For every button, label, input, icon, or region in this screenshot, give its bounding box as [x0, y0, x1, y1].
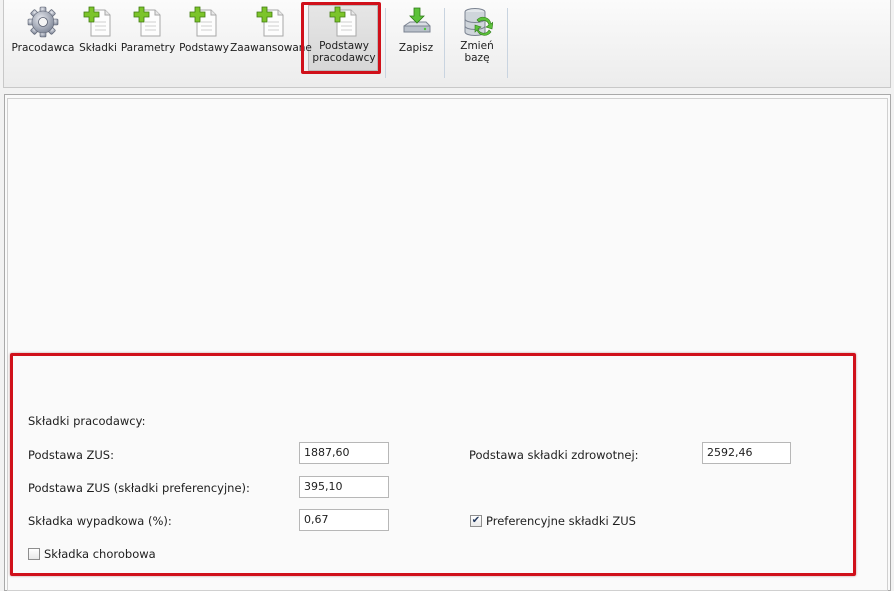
- toolbar-button-label: Parametry: [120, 42, 176, 54]
- toolbar-button-label: Podstawy: [179, 42, 229, 54]
- podstawa-zus-input[interactable]: 1887,60: [299, 442, 389, 464]
- toolbar-button-label: Zapisz: [398, 42, 434, 54]
- form-highlight: [10, 353, 856, 576]
- gear-icon: [27, 6, 59, 38]
- toolbar-button-parametry[interactable]: Parametry: [120, 4, 176, 74]
- add-document-icon: [83, 6, 111, 37]
- toolbar-button-podstawy[interactable]: Podstawy: [179, 4, 229, 74]
- active-button-highlight: [301, 2, 381, 74]
- toolbar-button-label-line2: bazę: [464, 52, 490, 64]
- podstawa-zus-pref-label: Podstawa ZUS (składki preferencyjne):: [28, 481, 250, 495]
- toolbar-button-label: Składki: [79, 42, 117, 54]
- toolbar-button-zmien-baze[interactable]: Zmień bazę: [454, 4, 500, 74]
- podstawa-zdrowotnej-label: Podstawa składki zdrowotnej:: [469, 448, 639, 462]
- save-download-icon: [403, 7, 431, 33]
- skladka-wypadkowa-label: Składka wypadkowa (%):: [28, 514, 172, 528]
- add-document-icon: [189, 6, 217, 37]
- toolbar-button-zapisz[interactable]: Zapisz: [394, 4, 438, 74]
- toolbar-separator: [444, 8, 445, 78]
- toolbar-button-label: Pracodawca: [11, 42, 75, 54]
- toolbar-button-skladki[interactable]: Składki: [78, 4, 118, 74]
- skladka-chorobowa-checkbox[interactable]: [28, 548, 40, 560]
- database-refresh-icon: [464, 8, 493, 36]
- toolbar-button-label-line1: Zmień: [460, 40, 494, 52]
- podstawa-zus-pref-input[interactable]: 395,10: [299, 476, 389, 498]
- preferencyjne-checkbox[interactable]: ✔: [470, 515, 482, 527]
- skladka-chorobowa-label: Składka chorobowa: [44, 547, 156, 561]
- add-document-icon: [133, 6, 161, 37]
- toolbar-button-label: Zaawansowane: [230, 42, 312, 54]
- toolbar-separator: [507, 8, 508, 78]
- toolbar-button-pracodawca[interactable]: Pracodawca: [11, 4, 75, 74]
- add-document-icon: [256, 6, 284, 37]
- skladka-wypadkowa-input[interactable]: 0,67: [299, 509, 389, 531]
- toolbar-separator: [385, 8, 386, 78]
- toolbar-button-zaawansowane[interactable]: Zaawansowane: [230, 4, 312, 74]
- podstawa-zus-label: Podstawa ZUS:: [28, 448, 114, 462]
- section-title: Składki pracodawcy:: [28, 414, 146, 428]
- podstawa-zdrowotnej-input[interactable]: 2592,46: [702, 442, 791, 464]
- preferencyjne-label: Preferencyjne składki ZUS: [486, 514, 636, 528]
